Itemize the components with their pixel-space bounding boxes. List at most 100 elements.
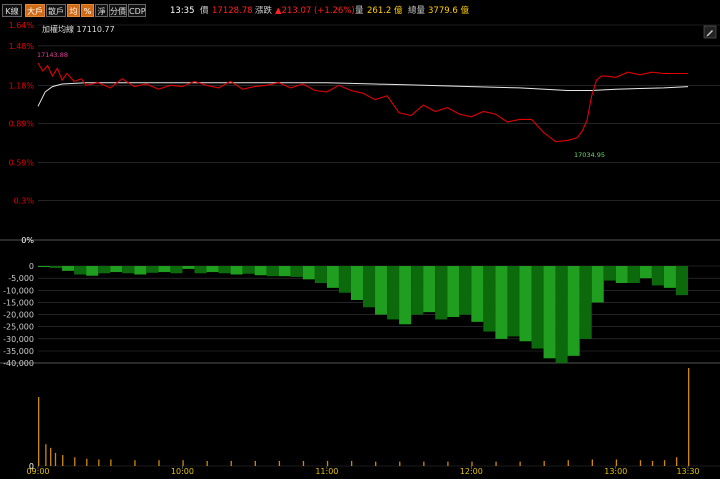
volume-bar [639,460,642,466]
low-price-label: 17034.95 [574,151,605,159]
net-bar [350,266,363,300]
net-bar [146,266,159,273]
net-bar [290,266,303,277]
net-bar [158,266,171,273]
volume-bar [230,460,232,466]
net-y-tick: -5,000 [8,274,34,283]
net-bar [435,266,448,320]
volume-bar [591,459,594,466]
price-y-tick: 1.48% [9,42,35,51]
net-bar [579,266,592,339]
volume-bar [567,460,569,466]
net-y-tick: -40,000 [3,359,34,368]
net-bar [182,266,195,269]
volume-bar [38,397,40,466]
price-line [37,62,688,143]
net-bar [495,266,508,339]
volume-bar [399,461,401,466]
net-bar [651,266,664,286]
net-bar [230,266,243,275]
net-bar [639,266,652,279]
net-bar [254,266,267,276]
net-bar [326,266,339,288]
net-bar [50,266,63,268]
net-bar [627,266,640,283]
volume-bar [50,447,52,466]
net-bar [423,266,436,313]
net-bar [399,266,412,325]
net-bar [38,266,51,267]
net-y-tick: -25,000 [3,323,34,332]
volume-bar [98,459,100,466]
average-legend: 加權均線 17110.77 [42,24,115,34]
net-bar [447,266,460,317]
net-bar [278,266,291,277]
net-bar [363,266,376,308]
price-y-tick: 0% [21,236,34,245]
pencil-icon[interactable] [703,25,717,39]
volume-bar [86,458,88,466]
net-bar [543,266,556,359]
volume-bar [651,460,654,466]
volume-bar [182,460,184,466]
intraday-chart: 1.64% 1.48% 1.18% 0.89% 0.59% 0.3% 0% 0 -5,000 -1… [0,21,720,476]
price-y-tick: 1.18% [9,81,35,90]
price-y-tick: 0.89% [9,119,35,128]
net-bar [122,266,135,274]
volume-bar [254,460,256,466]
volume-bar [663,460,666,466]
net-bar [218,266,231,274]
price-y-tick: 0.59% [9,159,35,168]
net-y-tick: -30,000 [3,335,34,344]
net-y-tick: -35,000 [3,347,34,356]
volume-bar [447,461,449,466]
net-bar [507,266,520,337]
volume-bar [278,460,281,466]
net-bar [567,266,580,356]
net-y-tick: 0 [29,262,34,271]
volume-bar [134,460,136,466]
volume-bar [206,460,208,466]
net-bar [206,266,219,273]
price-y-tick: 0.3% [14,197,35,206]
net-y-tick: -10,000 [3,286,34,295]
net-bar [302,266,315,280]
net-bar [86,266,99,276]
volume-bar [62,455,64,466]
net-bar [483,266,496,332]
volume-bar [543,460,545,466]
volume-bar [302,460,305,466]
net-bar [675,266,688,296]
net-bar [194,266,207,274]
net-bar [387,266,400,320]
net-bar [603,266,616,281]
y-axis-labels: 1.64% 1.48% 1.18% 0.89% 0.59% 0.3% 0% 0 -5,000 -1… [3,21,34,471]
volume-bar [54,452,57,466]
net-bar [531,266,544,349]
net-bar [459,266,472,315]
volume-bar [74,457,76,466]
net-bar [615,266,628,283]
net-bar [471,266,484,322]
price-y-tick: 1.64% [9,21,35,30]
x-axis-labels: 09:00 10:00 11:00 12:00 13:00 13:30 [26,466,700,476]
volume-bar [158,460,160,466]
net-bar [338,266,351,293]
net-bar [170,266,183,274]
volume-bar [375,461,377,466]
volume-bar [326,460,329,466]
volume-bar [519,461,521,466]
volume-bar [423,461,425,466]
net-bar [110,266,123,273]
net-bar [411,266,424,315]
net-bar [242,266,255,274]
volume-bar [45,444,47,466]
net-bar [591,266,604,303]
volume-bar [350,460,353,466]
volume-bar [675,457,678,466]
net-bar [62,266,75,271]
net-bar [663,266,676,288]
net-bar [519,266,532,342]
volume-bar [615,459,618,466]
chart-grid [0,24,720,467]
